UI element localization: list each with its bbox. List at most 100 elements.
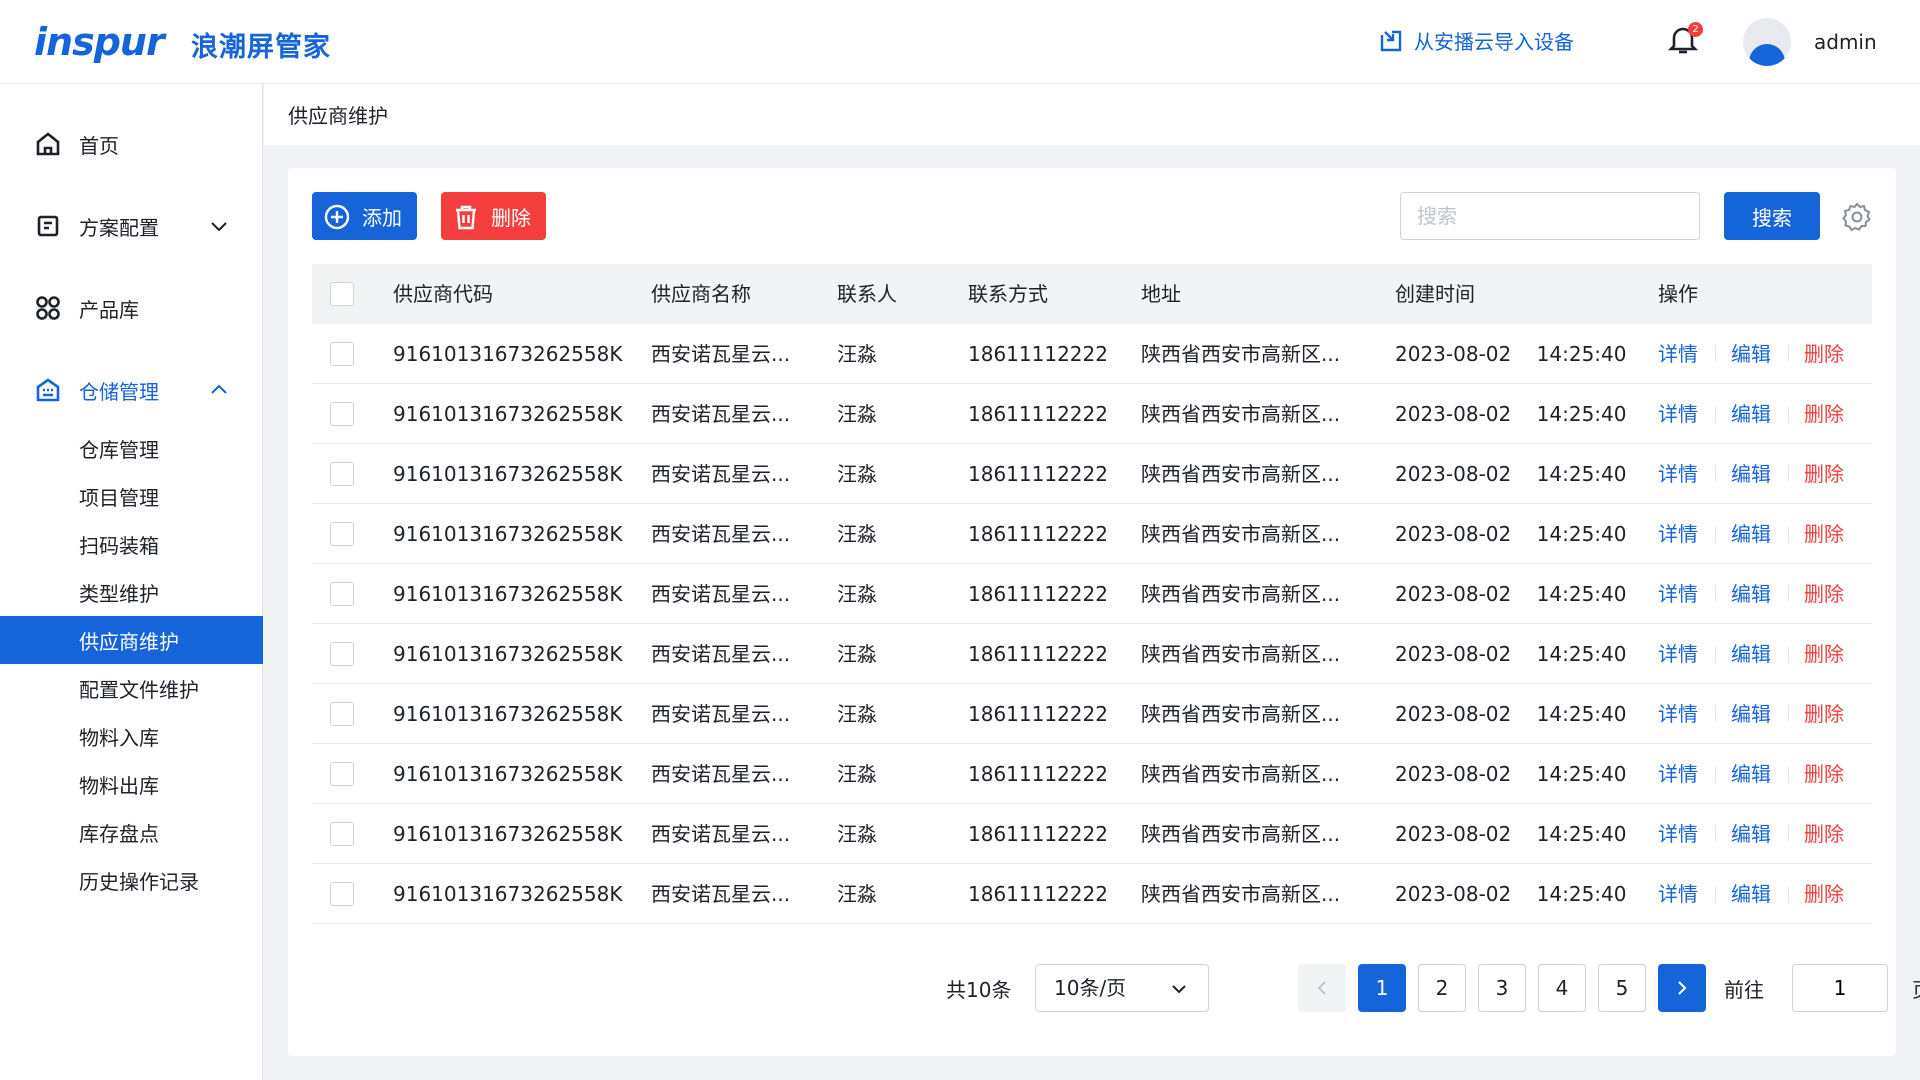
row-checkbox[interactable] [330, 402, 354, 426]
delete-link[interactable]: 删除 [1804, 744, 1844, 804]
header-supplier-name[interactable]: 供应商名称 [651, 264, 751, 324]
table-row: 91610131673262558K 西安诺瓦星云... 汪淼 18611112… [312, 624, 1872, 684]
next-page-button[interactable] [1658, 964, 1706, 1012]
search-button[interactable]: 搜索 [1724, 192, 1820, 240]
row-checkbox[interactable] [330, 342, 354, 366]
edit-link[interactable]: 编辑 [1731, 504, 1771, 564]
edit-link[interactable]: 编辑 [1731, 684, 1771, 744]
page-size-select[interactable]: 10条/页 [1035, 964, 1209, 1012]
notifications-button[interactable]: 2 [1667, 22, 1703, 60]
detail-link[interactable]: 详情 [1658, 684, 1698, 744]
sidebar-subitem-supplier-maintenance[interactable]: 供应商维护 [0, 616, 263, 664]
import-devices-link[interactable]: 从安播云导入设备 [1378, 26, 1574, 55]
cell-name: 西安诺瓦星云... [651, 582, 791, 606]
page-5[interactable]: 5 [1598, 964, 1646, 1012]
edit-link[interactable]: 编辑 [1731, 564, 1771, 624]
sidebar-item-home[interactable]: 首页 [0, 119, 263, 169]
divider [1715, 825, 1716, 843]
page-1[interactable]: 1 [1358, 964, 1406, 1012]
detail-link[interactable]: 详情 [1658, 804, 1698, 864]
sidebar-subitem-warehouse-mgmt[interactable]: 仓库管理 [0, 424, 263, 472]
sidebar-item-product-library[interactable]: 产品库 [0, 283, 263, 333]
edit-link[interactable]: 编辑 [1731, 624, 1771, 684]
header-address[interactable]: 地址 [1141, 264, 1181, 324]
table-row: 91610131673262558K 西安诺瓦星云... 汪淼 18611112… [312, 504, 1872, 564]
cell-address: 陕西省西安市高新区... [1141, 522, 1341, 546]
cell-contact: 汪淼 [837, 522, 877, 546]
delete-link[interactable]: 删除 [1804, 864, 1844, 924]
edit-link[interactable]: 编辑 [1731, 444, 1771, 504]
sidebar-subitem-material-out[interactable]: 物料出库 [0, 760, 263, 808]
delete-link[interactable]: 删除 [1804, 324, 1844, 384]
sidebar-subitem-scan-packing[interactable]: 扫码装箱 [0, 520, 263, 568]
divider [1715, 465, 1716, 483]
sidebar-item-scheme-config[interactable]: 方案配置 [0, 201, 263, 251]
divider [1715, 765, 1716, 783]
detail-link[interactable]: 详情 [1658, 384, 1698, 444]
cell-code: 91610131673262558K [393, 582, 623, 606]
header-phone[interactable]: 联系方式 [968, 264, 1048, 324]
username[interactable]: admin [1814, 30, 1877, 54]
table-row: 91610131673262558K 西安诺瓦星云... 汪淼 18611112… [312, 684, 1872, 744]
brand-logo: inspur [34, 20, 165, 64]
gear-icon[interactable] [1842, 202, 1872, 232]
goto-page-input[interactable] [1792, 964, 1888, 1012]
edit-link[interactable]: 编辑 [1731, 804, 1771, 864]
row-checkbox[interactable] [330, 882, 354, 906]
row-checkbox[interactable] [330, 822, 354, 846]
page-3[interactable]: 3 [1478, 964, 1526, 1012]
delete-link[interactable]: 删除 [1804, 564, 1844, 624]
edit-link[interactable]: 编辑 [1731, 324, 1771, 384]
delete-link[interactable]: 删除 [1804, 804, 1844, 864]
page-4[interactable]: 4 [1538, 964, 1586, 1012]
top-header: inspur 浪潮屏管家 从安播云导入设备 2 admin [0, 0, 1920, 84]
row-checkbox[interactable] [330, 522, 354, 546]
prev-page-button[interactable] [1298, 964, 1346, 1012]
edit-link[interactable]: 编辑 [1731, 744, 1771, 804]
sidebar-subitem-type-maintenance[interactable]: 类型维护 [0, 568, 263, 616]
chevron-up-icon [211, 384, 227, 394]
avatar[interactable] [1743, 18, 1791, 66]
row-checkbox[interactable] [330, 702, 354, 726]
sidebar-subitem-project-mgmt[interactable]: 项目管理 [0, 472, 263, 520]
breadcrumb-bar: 供应商维护 [264, 84, 1920, 145]
table-row: 91610131673262558K 西安诺瓦星云... 汪淼 18611112… [312, 324, 1872, 384]
row-checkbox[interactable] [330, 582, 354, 606]
detail-link[interactable]: 详情 [1658, 564, 1698, 624]
detail-link[interactable]: 详情 [1658, 744, 1698, 804]
cell-name: 西安诺瓦星云... [651, 402, 791, 426]
detail-link[interactable]: 详情 [1658, 324, 1698, 384]
delete-link[interactable]: 删除 [1804, 444, 1844, 504]
delete-link[interactable]: 删除 [1804, 684, 1844, 744]
select-all-checkbox[interactable] [330, 282, 354, 306]
page-2[interactable]: 2 [1418, 964, 1466, 1012]
detail-link[interactable]: 详情 [1658, 444, 1698, 504]
header-supplier-code[interactable]: 供应商代码 [393, 264, 493, 324]
row-checkbox[interactable] [330, 762, 354, 786]
sidebar-subitem-inventory-check[interactable]: 库存盘点 [0, 808, 263, 856]
sidebar-item-label: 仓储管理 [79, 379, 159, 404]
detail-link[interactable]: 详情 [1658, 504, 1698, 564]
detail-link[interactable]: 详情 [1658, 864, 1698, 924]
delete-link[interactable]: 删除 [1804, 504, 1844, 564]
delete-link[interactable]: 删除 [1804, 384, 1844, 444]
row-checkbox[interactable] [330, 462, 354, 486]
row-checkbox[interactable] [330, 642, 354, 666]
delete-link[interactable]: 删除 [1804, 624, 1844, 684]
sidebar-subitem-history-log[interactable]: 历史操作记录 [0, 856, 263, 904]
add-button[interactable]: 添加 [312, 192, 417, 240]
header-created-time[interactable]: 创建时间 [1395, 264, 1475, 324]
edit-link[interactable]: 编辑 [1731, 864, 1771, 924]
cell-contact: 汪淼 [837, 822, 877, 846]
sidebar-subitem-material-in[interactable]: 物料入库 [0, 712, 263, 760]
search-input[interactable] [1400, 192, 1700, 240]
delete-button[interactable]: 删除 [441, 192, 546, 240]
sidebar-subitem-config-file[interactable]: 配置文件维护 [0, 664, 263, 712]
cell-phone: 18611112222 [968, 582, 1108, 606]
divider [1788, 345, 1789, 363]
header-contact[interactable]: 联系人 [837, 264, 897, 324]
edit-link[interactable]: 编辑 [1731, 384, 1771, 444]
detail-link[interactable]: 详情 [1658, 624, 1698, 684]
cell-contact: 汪淼 [837, 402, 877, 426]
sidebar-item-warehouse[interactable]: 仓储管理 [0, 365, 263, 415]
